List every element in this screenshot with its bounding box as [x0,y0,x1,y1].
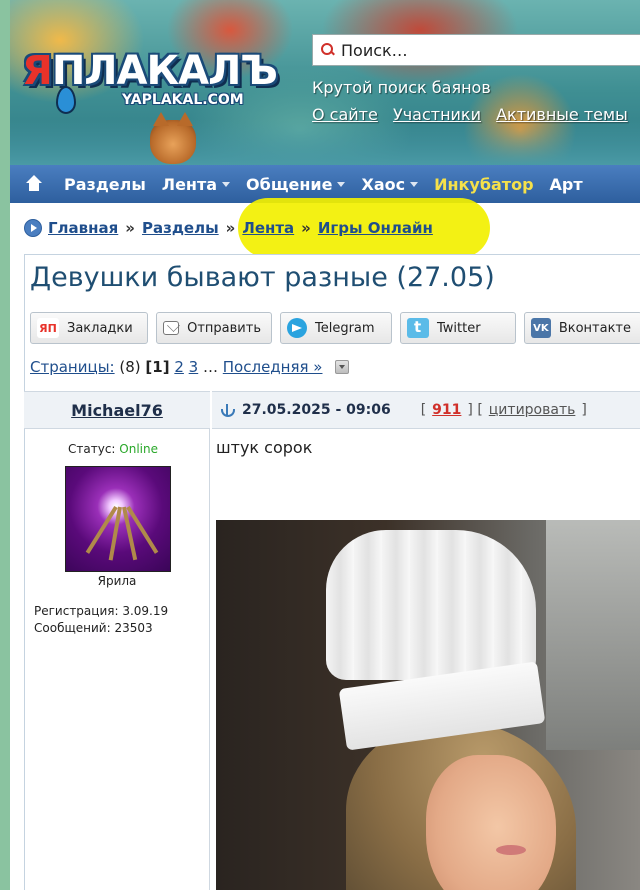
pagination: Страницы: (8) [1] 2 3 … Последняя » [30,358,350,376]
twitter-button[interactable]: Twitter [400,312,516,344]
pagination-label[interactable]: Страницы: [30,358,115,376]
breadcrumb-separator: » [125,219,135,237]
button-label: Twitter [437,320,481,336]
image-window-shape [546,520,640,750]
home-icon[interactable] [24,175,46,193]
nav-item-label: Разделы [64,174,146,194]
bracket-close: ] [581,402,587,418]
top-links: О сайте Участники Активные темы Н [312,105,640,124]
page-link-3[interactable]: 3 [189,358,199,376]
logo-subtitle: YAPLAKAL.COM [122,92,244,108]
author-column: Статус: Online Ярила Регистрация: 3.09.1… [24,429,210,890]
nav-item-sections[interactable]: Разделы [64,175,146,194]
top-link-members[interactable]: Участники [393,105,481,124]
left-strip [0,0,10,890]
anchor-icon[interactable] [220,402,235,418]
post-date: 27.05.2025 - 09:06 [242,402,391,418]
nav-item-incubator[interactable]: Инкубатор [434,175,533,194]
nav-item-label: Инкубатор [434,174,534,194]
vk-icon: VK [531,318,551,338]
status-online: Online [119,442,159,456]
chevron-down-icon [222,181,231,187]
nav-item-feed[interactable]: Лента [161,174,231,194]
page-current: [1] [145,358,170,376]
image-face-shape [426,755,556,890]
send-button[interactable]: Отправить [156,312,272,344]
mail-icon [163,321,180,335]
cat-mascot-icon [150,112,196,164]
breadcrumb-online-games[interactable]: Игры Онлайн [318,219,433,237]
avatar-caption: Ярила [97,574,137,588]
bracket-divider: ] [ [467,402,483,418]
logo-main: ПЛАКАЛ [51,48,242,94]
breadcrumb-separator: » [301,219,311,237]
post-author-header: Michael76 [24,391,210,429]
button-label: Отправить [187,320,261,336]
top-link-about[interactable]: О сайте [312,105,378,124]
chevron-down-icon [410,181,419,187]
yap-logo-icon: ЯП [37,318,59,338]
page-link-last[interactable]: Последняя » [223,358,323,376]
page-title: Девушки бывают разные (27.05) [30,262,495,293]
button-label: Telegram [315,320,375,336]
nav-item-art[interactable]: Арт [550,175,583,194]
page-count: (8) [119,358,141,376]
author-name[interactable]: Michael76 [71,401,163,420]
telegram-icon [287,318,307,338]
search-icon [321,43,335,57]
nav-item-label: Лента [161,174,218,194]
share-bar: ЯП Закладки Отправить Telegram Twitter V… [30,312,640,344]
post-header: 27.05.2025 - 09:06 [ 911 ] [ цитировать … [212,391,640,429]
bracket-open: [ [420,402,427,418]
tagline: Крутой поиск баянов [312,78,491,97]
site-logo[interactable]: ЯПЛАКАЛЪ YAPLAKAL.COM [22,48,292,118]
breadcrumb-sections[interactable]: Разделы [142,219,219,237]
search-input[interactable] [341,40,631,60]
user-status: Статус: Online [68,442,158,456]
breadcrumb-separator: » [225,219,236,237]
breadcrumb: Главная » Разделы » Лента » Игры Онлайн [24,215,433,241]
telegram-button[interactable]: Telegram [280,312,392,344]
button-label: Закладки [67,320,133,336]
top-link-active-topics[interactable]: Активные темы [496,105,628,124]
nav-item-label: Хаос [361,174,406,194]
post-image[interactable] [216,520,640,890]
image-lips-shape [496,845,526,855]
post-text: штук сорок [216,438,313,457]
page-link-2[interactable]: 2 [174,358,184,376]
vkontakte-button[interactable]: VK Вконтакте [524,312,640,344]
logo-suffix: Ъ [240,48,278,94]
button-label: Вконтакте [558,320,631,336]
breadcrumb-feed[interactable]: Лента [242,219,294,237]
nav-item-label: Арт [549,174,583,194]
arrow-right-icon [24,219,42,237]
bookmarks-button[interactable]: ЯП Закладки [30,312,148,344]
nav-item-chaos[interactable]: Хаос [361,174,419,194]
dropdown-icon[interactable] [335,360,350,374]
message-count: Сообщений: 23503 [34,621,153,635]
registration-date: Регистрация: 3.09.19 [34,604,169,618]
twitter-icon [407,318,429,338]
chevron-down-icon [337,181,346,187]
page-ellipsis: … [203,358,218,376]
drop-icon [56,86,76,114]
nav-item-community[interactable]: Общение [246,174,346,194]
avatar[interactable] [65,466,171,572]
search-box[interactable] [312,34,640,66]
post-rating[interactable]: 911 [432,402,461,418]
nav-item-label: Общение [246,174,333,194]
logo-prefix: Я [22,48,53,94]
breadcrumb-home[interactable]: Главная [48,219,118,237]
image-chef-hat-shape [326,530,536,680]
status-label: Статус: [68,442,116,456]
quote-link[interactable]: цитировать [489,402,576,418]
